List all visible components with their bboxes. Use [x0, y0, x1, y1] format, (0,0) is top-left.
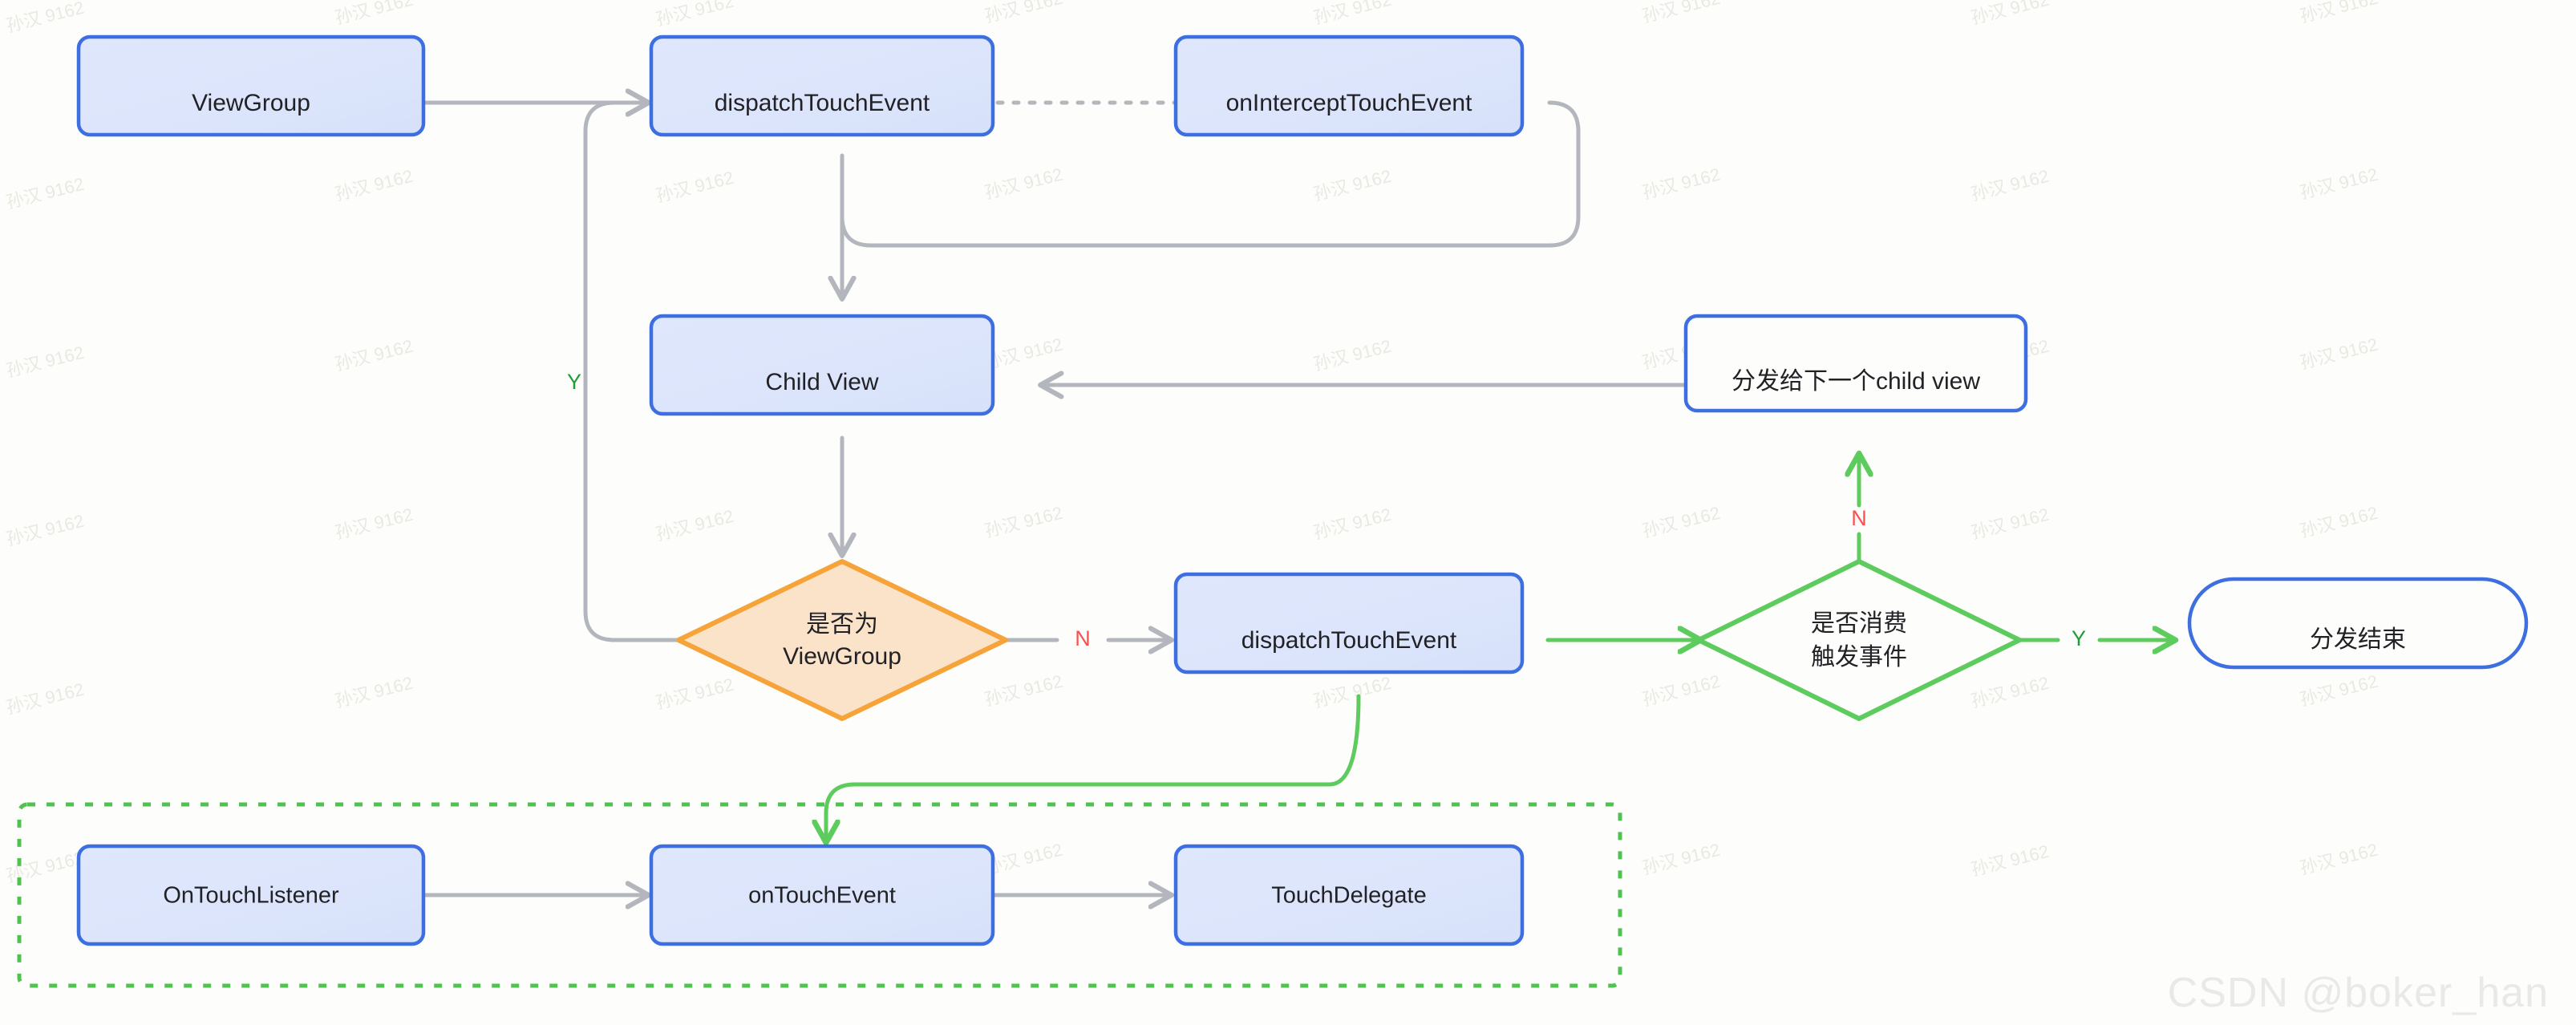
watermark-tile: 孙汉 9162 — [1969, 166, 2051, 205]
edge-dispatch-down-to-childview — [842, 153, 873, 297]
edge-label-yes-isconsumed: Y — [2072, 626, 2086, 650]
node-dispatch-next-child-view[interactable]: 分发给下一个child view — [1683, 314, 2028, 413]
watermark-tile: 孙汉 9162 — [333, 0, 415, 28]
watermark-tile: 孙汉 9162 — [982, 671, 1064, 710]
edge-label-yes-isviewgroup: Y — [567, 370, 581, 394]
node-touch-delegate[interactable]: TouchDelegate — [1173, 844, 1525, 946]
watermark-tile: 孙汉 9162 — [1969, 673, 2051, 711]
watermark-tile: 孙汉 9162 — [1640, 503, 1722, 541]
node-is-consumed-decision[interactable]: 是否消费 触发事件 — [1696, 559, 2022, 721]
watermark-tile: 孙汉 9162 — [333, 673, 415, 711]
watermark-tile: 孙汉 9162 — [1969, 841, 2051, 880]
watermark-tile: 孙汉 9162 — [1311, 504, 1393, 543]
watermark-tile: 孙汉 9162 — [654, 0, 735, 30]
watermark-tile: 孙汉 9162 — [4, 342, 86, 381]
watermark-tile: 孙汉 9162 — [4, 848, 86, 886]
watermark-tile: 孙汉 9162 — [2298, 0, 2380, 26]
edge-layer — [249, 103, 2173, 895]
watermark-tile: 孙汉 9162 — [333, 166, 415, 205]
watermark-tile: 孙汉 9162 — [654, 675, 735, 713]
node-touch-delegate-shape[interactable] — [1173, 844, 1525, 946]
node-dispatch-end-shape[interactable] — [2187, 577, 2529, 670]
watermark-tile: 孙汉 9162 — [1640, 164, 1722, 203]
watermark-tile: 孙汉 9162 — [1640, 0, 1722, 26]
node-is-viewgroup-decision[interactable]: 是否为 ViewGroup — [676, 559, 1008, 721]
node-child-view[interactable]: Child View — [649, 314, 995, 416]
watermark-tile: 孙汉 9162 — [654, 168, 735, 206]
node-on-touch-listener-shape[interactable] — [76, 844, 426, 946]
watermark-tile: 孙汉 9162 — [4, 0, 86, 36]
node-dispatch-end[interactable]: 分发结束 — [2187, 577, 2529, 670]
edge-label-no-isconsumed: N — [1851, 506, 1867, 530]
node-on-intercept-touch-event[interactable]: onInterceptTouchEvent — [1173, 34, 1525, 137]
node-on-intercept-touch-event-shape[interactable] — [1173, 34, 1525, 137]
node-dispatch-touch-event-viewgroup[interactable]: dispatchTouchEvent — [649, 34, 995, 137]
node-dispatch-touch-event-child-shape[interactable] — [1173, 572, 1525, 675]
watermark-tile: 孙汉 9162 — [2298, 503, 2380, 541]
watermark-tile: 孙汉 9162 — [1640, 671, 1722, 710]
csdn-watermark: CSDN @boker_han — [2167, 970, 2549, 1016]
watermark-tile: 孙汉 9162 — [982, 0, 1064, 26]
watermark-tile: 孙汉 9162 — [2298, 334, 2380, 373]
watermark-tile: 孙汉 9162 — [982, 503, 1064, 541]
watermark-tile: 孙汉 9162 — [2298, 840, 2380, 878]
node-on-touch-event-shape[interactable] — [649, 844, 995, 946]
node-on-touch-event[interactable]: onTouchEvent — [649, 844, 995, 946]
watermark-tile: 孙汉 9162 — [1311, 0, 1393, 28]
node-dispatch-touch-event-viewgroup-shape[interactable] — [649, 34, 995, 137]
node-is-viewgroup-decision-shape[interactable] — [676, 559, 1008, 721]
watermark-tile: 孙汉 9162 — [2298, 671, 2380, 710]
watermark-tile: 孙汉 9162 — [1311, 673, 1393, 711]
watermark-tile: 孙汉 9162 — [1969, 0, 2051, 28]
node-on-touch-listener[interactable]: OnTouchListener — [76, 844, 426, 946]
node-is-consumed-decision-shape[interactable] — [1696, 559, 2022, 721]
watermark-tile: 孙汉 9162 — [654, 506, 735, 545]
watermark-tile: 孙汉 9162 — [4, 679, 86, 718]
watermark-tile: 孙汉 9162 — [333, 336, 415, 375]
node-viewgroup[interactable]: ViewGroup — [76, 34, 426, 137]
watermark-tile: 孙汉 9162 — [982, 334, 1064, 373]
watermark-tile: 孙汉 9162 — [982, 840, 1064, 878]
watermark-tile: 孙汉 9162 — [333, 504, 415, 543]
node-layer: ViewGroup dispatchTouchEvent onIntercept… — [76, 34, 2529, 946]
node-dispatch-next-child-view-shape[interactable] — [1683, 314, 2028, 413]
flowchart-svg: 孙汉 9162 孙汉 9162 孙汉 9162 孙汉 9162 孙汉 9162 … — [4, 0, 2529, 988]
watermark-tile: 孙汉 9162 — [1640, 840, 1722, 878]
flowchart-canvas: 孙汉 9162 孙汉 9162 孙汉 9162 孙汉 9162 孙汉 9162 … — [0, 0, 2576, 1025]
node-viewgroup-shape[interactable] — [76, 34, 426, 137]
node-child-view-shape[interactable] — [649, 314, 995, 416]
watermark-tile: 孙汉 9162 — [982, 164, 1064, 203]
watermark-tile: 孙汉 9162 — [2298, 164, 2380, 203]
watermark-tile: 孙汉 9162 — [1969, 504, 2051, 543]
node-dispatch-touch-event-child[interactable]: dispatchTouchEvent — [1173, 572, 1525, 675]
watermark-tile: 孙汉 9162 — [1311, 166, 1393, 205]
watermark-tile: 孙汉 9162 — [4, 511, 86, 549]
edge-dispatchcv-to-handler-group — [826, 694, 1361, 841]
edge-label-no-isviewgroup: N — [1075, 626, 1091, 650]
watermark-tile: 孙汉 9162 — [4, 174, 86, 213]
watermark-tile: 孙汉 9162 — [1311, 336, 1393, 375]
